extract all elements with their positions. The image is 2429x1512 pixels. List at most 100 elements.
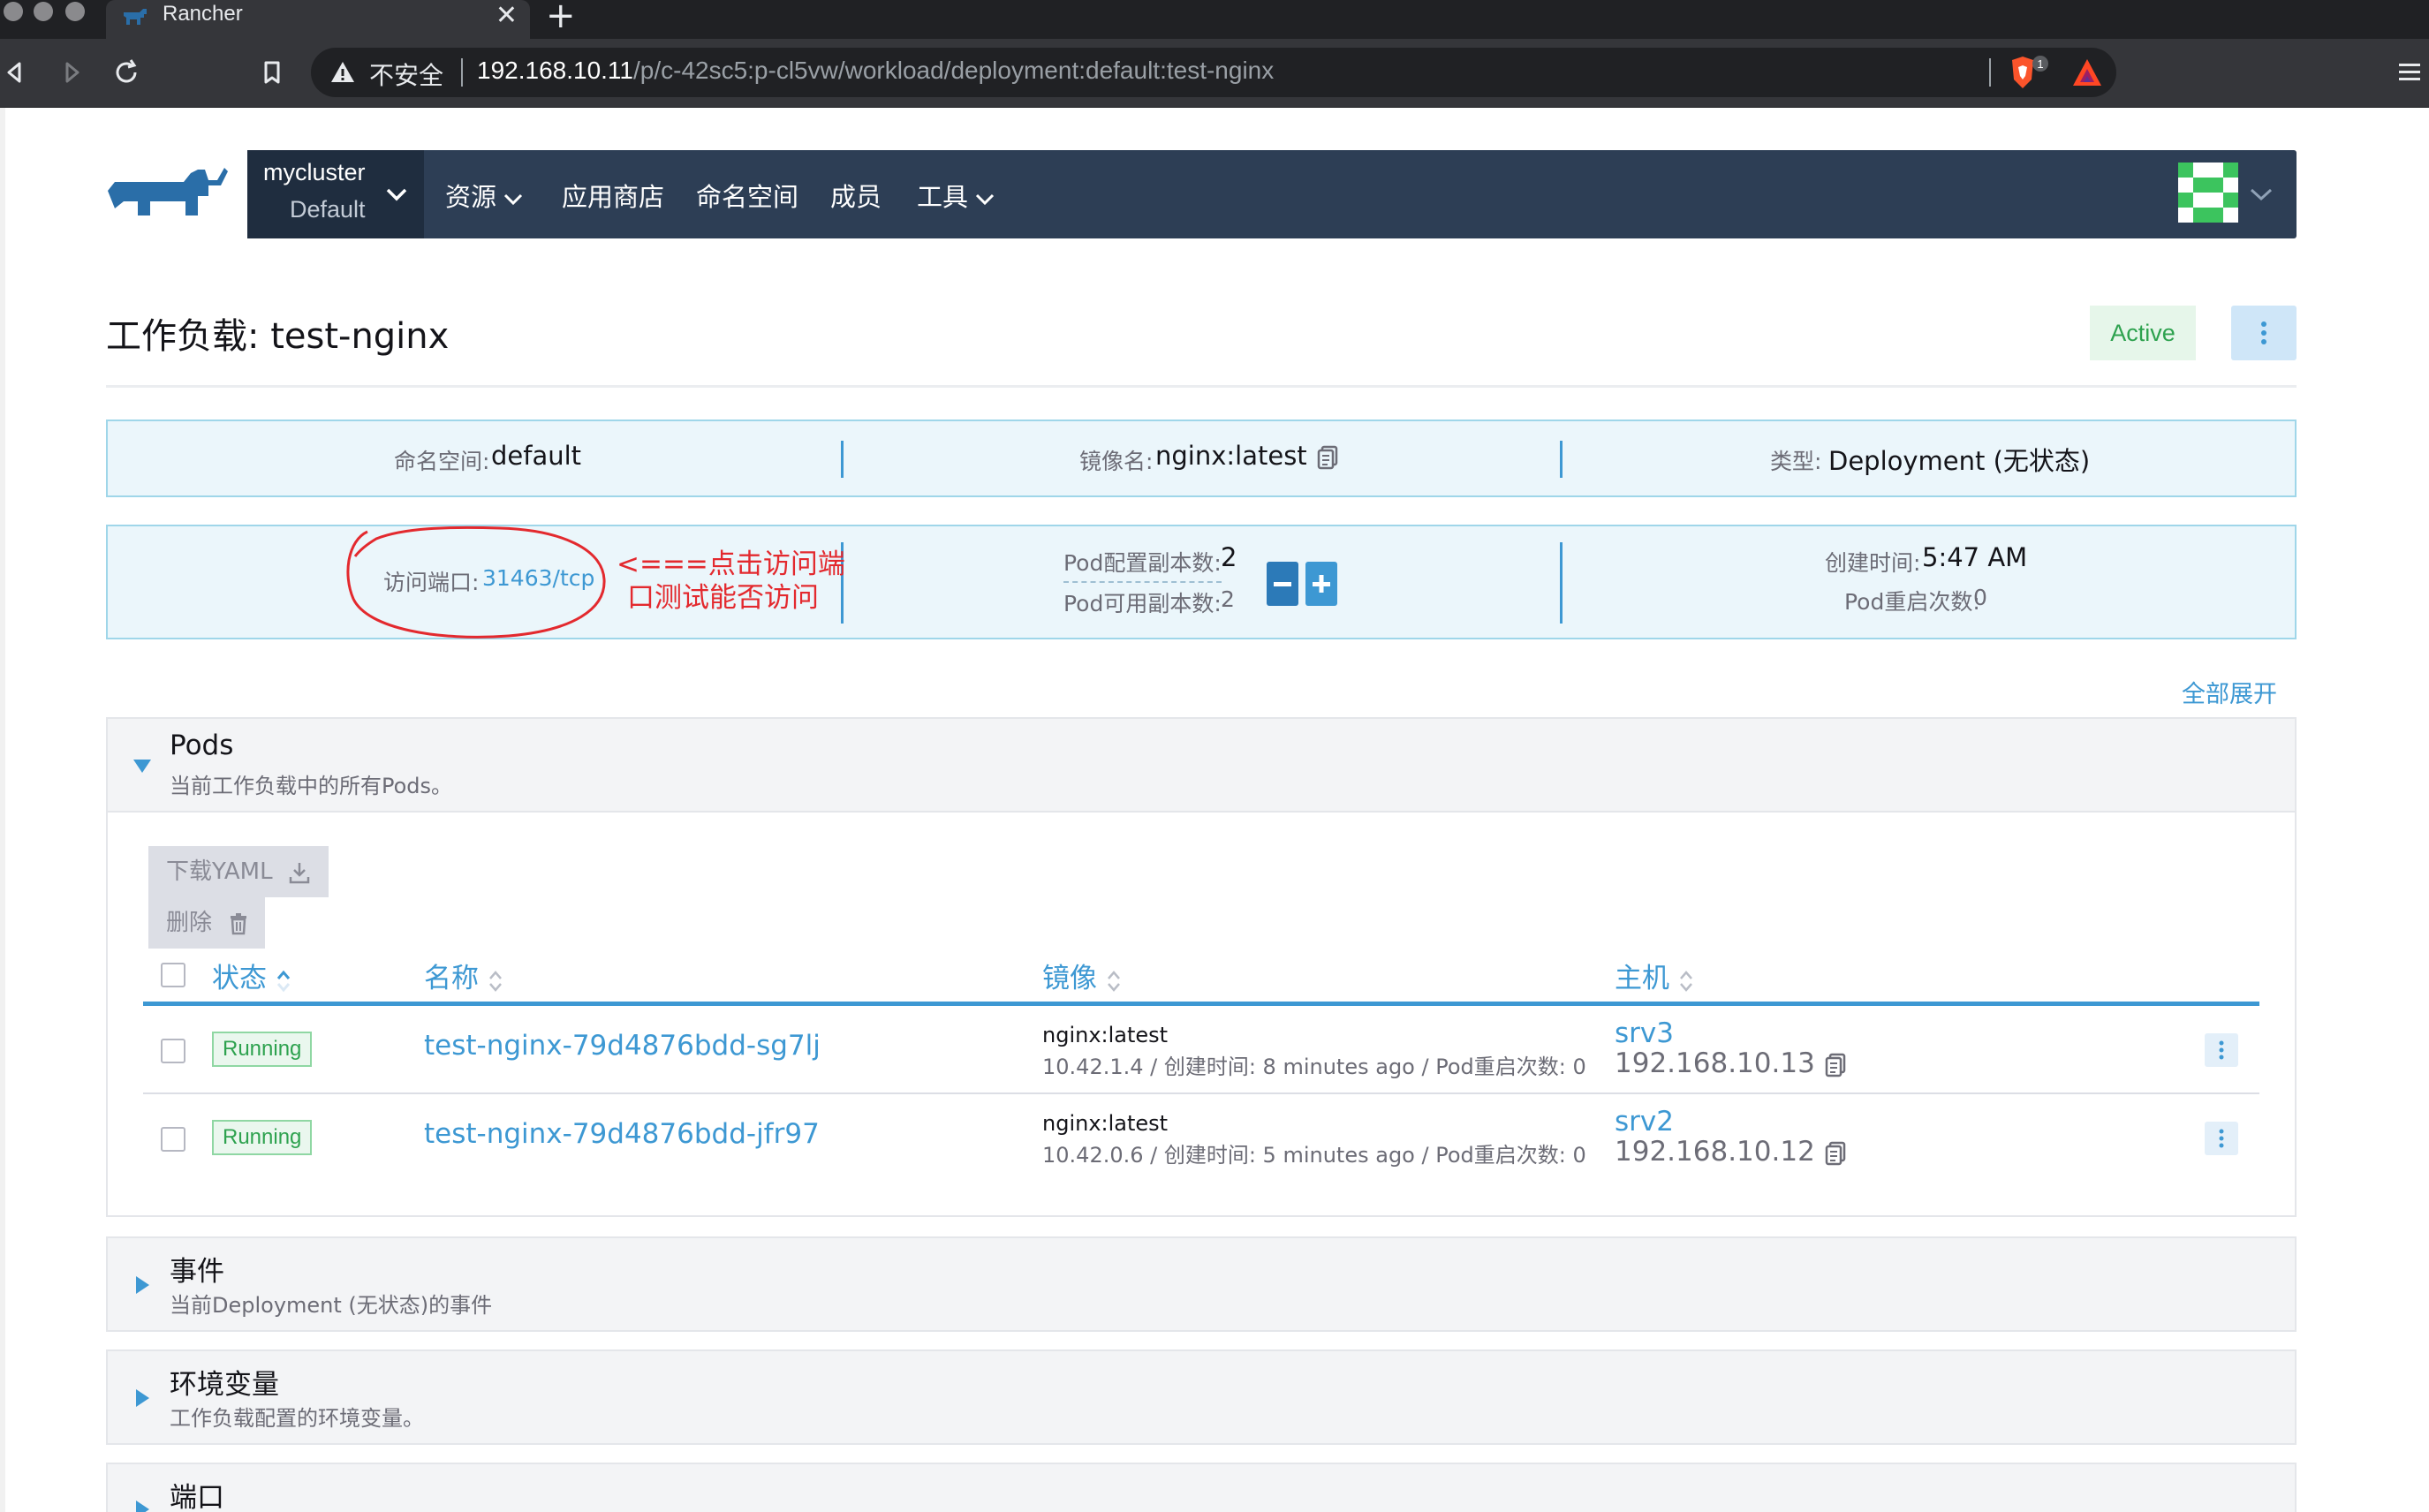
status-badge: Running (212, 1032, 313, 1067)
copy-icon[interactable] (1316, 445, 1339, 470)
nav-resources[interactable]: 资源 (445, 177, 523, 214)
pod-host-ip: 192.168.10.13 (1615, 1047, 1847, 1079)
url-text[interactable]: 192.168.10.11/p/c-42sc5:p-cl5vw/workload… (477, 57, 1274, 85)
delete-button[interactable]: 删除 (148, 897, 265, 949)
caret-right-icon (136, 1501, 149, 1512)
reload-icon[interactable] (110, 55, 145, 90)
chevron-down-icon[interactable] (2249, 185, 2274, 203)
row-checkbox[interactable] (161, 1127, 185, 1152)
new-tab-icon[interactable]: + (546, 0, 576, 34)
pod-image: nginx:latest (1042, 1111, 1169, 1136)
top-navigation: mycluster Default 资源 应用商店 命名空间 成员 工具 (247, 150, 2297, 238)
column-header-image[interactable]: 镜像 (1042, 956, 1122, 995)
caret-down-icon (133, 760, 151, 773)
copy-icon[interactable] (1824, 1053, 1847, 1077)
bookmark-icon[interactable] (254, 55, 290, 90)
url-path: /p/c-42sc5:p-cl5vw/workload/deployment:d… (632, 57, 1275, 84)
annotation-line-1: <===点击访问端 (617, 548, 845, 580)
minus-icon (1274, 582, 1291, 586)
bat-rewards-icon[interactable] (2070, 57, 2104, 88)
nav-namespaces[interactable]: 命名空间 (696, 177, 798, 214)
actions-button[interactable] (2231, 306, 2297, 360)
rancher-favicon-icon (124, 9, 147, 25)
pod-config-value: 2 (1221, 542, 1237, 572)
download-yaml-button[interactable]: 下载YAML (148, 846, 329, 897)
window-minimize-dot[interactable] (34, 2, 53, 21)
image-value-text: nginx:latest (1155, 441, 1307, 471)
pod-available-value: 2 (1221, 586, 1235, 612)
scale-up-button[interactable] (1305, 562, 1337, 606)
info-banner-stats: 访问端口: 31463/tcp Pod配置副本数: 2 Pod可用副本数: 2 … (106, 525, 2297, 639)
select-all-checkbox[interactable] (161, 963, 185, 987)
cluster-switcher[interactable]: mycluster Default (247, 150, 424, 238)
plus-icon (1313, 575, 1330, 593)
nav-members[interactable]: 成员 (830, 177, 882, 214)
column-header-name-label: 名称 (424, 963, 479, 994)
browser-menu-icon[interactable] (2397, 58, 2422, 87)
pod-name-link[interactable]: test-nginx-79d4876bdd-jfr97 (424, 1118, 820, 1150)
more-vertical-icon (2219, 1040, 2224, 1060)
pod-detail: 10.42.0.6 / 创建时间: 5 minutes ago / Pod重启次… (1042, 1143, 1586, 1168)
chevron-down-icon (386, 188, 407, 201)
nav-catalog[interactable]: 应用商店 (562, 177, 664, 214)
pod-detail: 10.42.1.4 / 创建时间: 8 minutes ago / Pod重启次… (1042, 1055, 1586, 1079)
info-banner-general: 命名空间: default 镜像名: nginx:latest 类型: Depl… (106, 420, 2297, 497)
window-zoom-dot[interactable] (65, 2, 85, 21)
namespace-label: 命名空间: (394, 449, 490, 474)
scale-down-button[interactable] (1267, 562, 1298, 606)
caret-right-icon (136, 1276, 149, 1294)
user-avatar[interactable] (2178, 163, 2238, 223)
pod-host-link[interactable]: srv3 (1615, 1017, 1674, 1049)
brave-shield-icon[interactable]: 1 (2009, 55, 2049, 90)
pods-section-title: Pods (170, 730, 234, 761)
state-badge: Active (2090, 306, 2196, 360)
rancher-logo[interactable] (106, 166, 230, 223)
sort-ascending-icon (276, 970, 291, 992)
events-section-header[interactable]: 事件 当前Deployment (无状态)的事件 (106, 1236, 2297, 1332)
address-bar[interactable]: 不安全 192.168.10.11/p/c-42sc5:p-cl5vw/work… (311, 48, 2116, 97)
column-header-host-label: 主机 (1615, 963, 1669, 994)
table-header-rule (143, 1002, 2259, 1006)
row-actions-button[interactable] (2205, 1122, 2238, 1155)
pod-host-ip-text: 192.168.10.12 (1615, 1136, 1815, 1168)
column-header-state[interactable]: 状态 (212, 956, 291, 995)
tab-close-icon[interactable]: ✕ (496, 0, 518, 32)
banner-divider (1560, 441, 1563, 478)
window-edge (0, 108, 5, 1512)
copy-icon[interactable] (1824, 1141, 1847, 1166)
restarts-value: 0 (1973, 585, 1987, 610)
nav-tools[interactable]: 工具 (917, 177, 995, 214)
image-label: 镜像名: (1079, 449, 1154, 474)
back-icon[interactable] (0, 55, 35, 90)
endpoint-link[interactable]: 31463/tcp (482, 565, 594, 591)
pod-name-link[interactable]: test-nginx-79d4876bdd-sg7lj (424, 1030, 821, 1062)
ports-section-header[interactable]: 端口 (106, 1463, 2297, 1512)
column-header-name[interactable]: 名称 (424, 956, 503, 995)
pods-section-header[interactable]: Pods 当前工作负载中的所有Pods。 (106, 717, 2297, 813)
row-checkbox[interactable] (161, 1039, 185, 1063)
brave-count: 1 (2037, 57, 2043, 71)
browser-toolbar: 不安全 192.168.10.11/p/c-42sc5:p-cl5vw/work… (0, 39, 2429, 108)
page-title: 工作负载: test-nginx (106, 316, 450, 357)
created-label: 创建时间: (1825, 550, 1921, 576)
browser-tab[interactable]: Rancher ✕ (106, 0, 530, 39)
status-badge: Running (212, 1120, 313, 1155)
warning-icon (331, 62, 354, 82)
window-close-dot[interactable] (4, 2, 23, 21)
cluster-name: mycluster (263, 159, 366, 185)
project-name: Default (290, 196, 366, 223)
download-icon (289, 862, 310, 883)
env-section-subtitle: 工作负载配置的环境变量。 (170, 1406, 424, 1431)
forward-icon[interactable] (55, 55, 90, 90)
tab-title: Rancher (163, 2, 243, 26)
events-section-subtitle: 当前Deployment (无状态)的事件 (170, 1293, 493, 1318)
chevron-down-icon (503, 193, 523, 206)
column-header-host[interactable]: 主机 (1615, 956, 1694, 995)
url-divider (1989, 58, 1991, 87)
annotation-line-2: 口测试能否访问 (627, 582, 819, 614)
env-section-header[interactable]: 环境变量 工作负载配置的环境变量。 (106, 1349, 2297, 1445)
expand-all-link[interactable]: 全部展开 (2182, 675, 2277, 709)
banner-divider (841, 441, 844, 478)
pod-host-link[interactable]: srv2 (1615, 1106, 1674, 1138)
row-actions-button[interactable] (2205, 1033, 2238, 1067)
